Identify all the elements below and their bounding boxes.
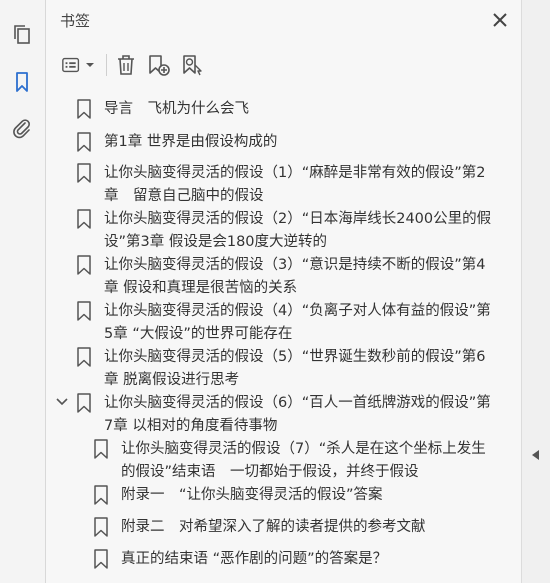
bookmark-label: 让你头脑变得灵活的假设（4）“负离子对人体有益的假设”第5章 “大假设”的世界可… (104, 303, 491, 342)
bookmark-icon (94, 485, 108, 505)
bookmark-search-icon (183, 55, 202, 76)
chevron-down-icon[interactable] (54, 394, 70, 410)
bookmark-icon (77, 393, 91, 413)
list-options-icon (62, 57, 80, 73)
bookmark-label: 第1章 世界是由假设构成的 (104, 134, 278, 150)
bookmarks-panel: 书签 导言 飞机为什么会飞 第1章 世界是由假设构成的 让你头脑变得灵活的假设（… (46, 0, 522, 583)
bookmark-child-item[interactable]: 附录二 对希望深入了解的读者提供的参考文献 (93, 516, 497, 539)
find-bookmark-button[interactable] (178, 50, 208, 80)
bookmark-label: 真正的结束语 “恶作剧的问题”的答案是？ (121, 551, 388, 567)
bookmark-label: 让你头脑变得灵活的假设（7）“杀人是在这个坐标上发生的假设”结束语 一切都始于假… (121, 441, 486, 480)
attachments-button[interactable] (8, 114, 36, 142)
paperclip-icon (13, 119, 30, 139)
bookmark-icon (16, 72, 28, 92)
chevron-down-icon (86, 63, 94, 67)
navigation-rail (0, 0, 46, 583)
bookmark-item-expanded[interactable]: 让你头脑变得灵活的假设（6）“百人一首纸牌游戏的假设”第7章 以相对的角度看待事… (56, 392, 496, 438)
new-bookmark-button[interactable] (144, 50, 174, 80)
bookmark-label: 导言 飞机为什么会飞 (104, 101, 249, 117)
pages-thumbnails-button[interactable] (8, 20, 36, 48)
bookmark-item[interactable]: 第1章 世界是由假设构成的 (76, 131, 496, 154)
bookmarks-button[interactable] (8, 68, 36, 96)
options-menu-button[interactable] (58, 50, 98, 80)
bookmark-item[interactable]: 导言 飞机为什么会飞 (76, 98, 496, 121)
bookmark-item[interactable]: 让你头脑变得灵活的假设（4）“负离子对人体有益的假设”第5章 “大假设”的世界可… (76, 300, 496, 346)
bookmark-label: 附录二 对希望深入了解的读者提供的参考文献 (121, 519, 426, 535)
bookmark-add-icon (149, 55, 170, 76)
bookmarks-toolbar (56, 50, 256, 80)
close-panel-button[interactable] (490, 10, 510, 30)
bookmark-icon (77, 209, 91, 229)
bookmark-child-item[interactable]: 真正的结束语 “恶作剧的问题”的答案是？ (93, 548, 497, 571)
bookmark-icon (77, 301, 91, 321)
bookmark-icon (77, 255, 91, 275)
bookmark-child-item[interactable]: 附录一 “让你头脑变得灵活的假设”答案 (93, 484, 497, 507)
bookmark-label: 让你头脑变得灵活的假设（6）“百人一首纸牌游戏的假设”第7章 以相对的角度看待事… (104, 395, 491, 434)
toolbar-divider (106, 54, 107, 76)
panel-collapse-strip[interactable] (521, 0, 550, 583)
bookmark-child-item[interactable]: 让你头脑变得灵活的假设（7）“杀人是在这个坐标上发生的假设”结束语 一切都始于假… (93, 438, 497, 484)
bookmark-icon (77, 163, 91, 183)
bookmark-label: 让你头脑变得灵活的假设（1）“麻醉是非常有效的假设”第2章 留意自己脑中的假设 (104, 165, 486, 204)
close-icon (493, 13, 507, 27)
bookmark-item[interactable]: 让你头脑变得灵活的假设（1）“麻醉是非常有效的假设”第2章 留意自己脑中的假设 (76, 162, 496, 208)
bookmark-label: 让你头脑变得灵活的假设（2）“日本海岸线长2400公里的假设”第3章 假设是会1… (104, 211, 492, 250)
bookmark-item[interactable]: 让你头脑变得灵活的假设（5）“世界诞生数秒前的假设”第6章 脱离假设进行思考 (76, 346, 496, 392)
copy-pages-icon (14, 25, 30, 44)
bookmark-label: 让你头脑变得灵活的假设（3）“意识是持续不断的假设”第4章 假设和真理是很苦恼的… (104, 257, 486, 296)
bookmark-icon (94, 549, 108, 569)
bookmark-icon (77, 347, 91, 367)
bookmark-label: 附录一 “让你头脑变得灵活的假设”答案 (121, 487, 383, 503)
bookmark-icon (94, 517, 108, 537)
bookmark-icon (77, 132, 91, 152)
bookmark-label: 让你头脑变得灵活的假设（5）“世界诞生数秒前的假设”第6章 脱离假设进行思考 (104, 349, 486, 388)
bookmark-icon (77, 99, 91, 119)
delete-bookmark-button[interactable] (112, 50, 140, 80)
bookmark-item[interactable]: 让你头脑变得灵活的假设（2）“日本海岸线长2400公里的假设”第3章 假设是会1… (76, 208, 496, 254)
bookmark-item[interactable]: 让你头脑变得灵活的假设（3）“意识是持续不断的假设”第4章 假设和真理是很苦恼的… (76, 254, 496, 300)
trash-icon (118, 55, 134, 75)
panel-title: 书签 (60, 12, 91, 30)
bookmark-icon (94, 439, 108, 459)
triangle-left-icon[interactable] (529, 448, 543, 462)
